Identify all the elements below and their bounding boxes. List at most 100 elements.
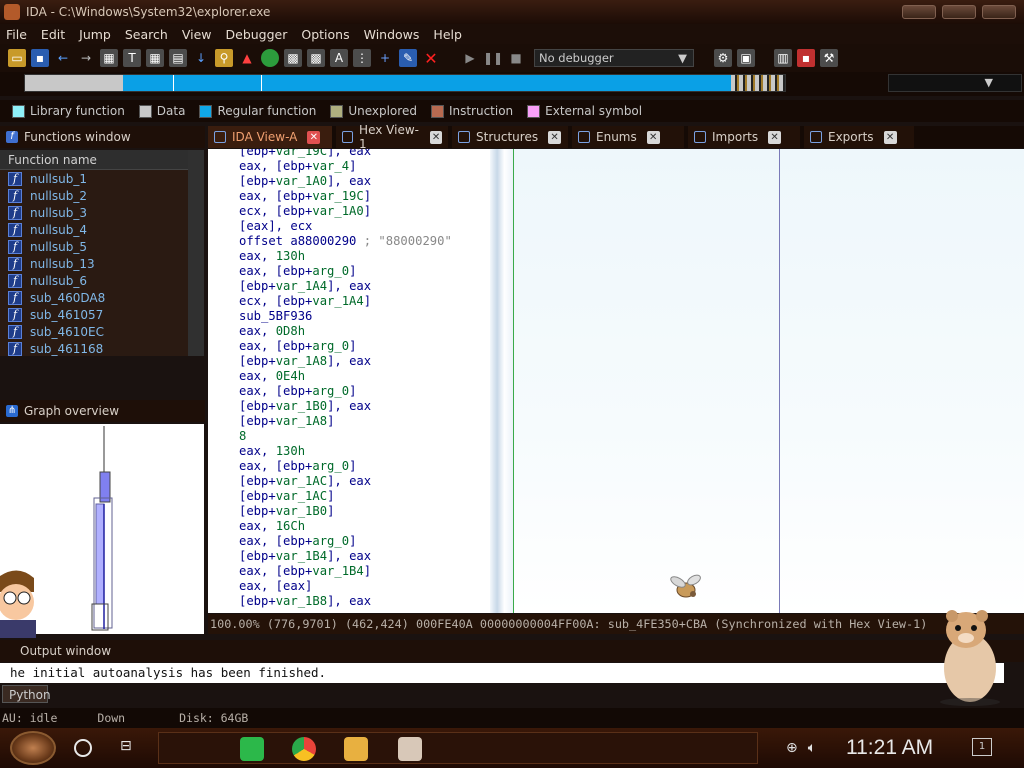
disassembly-line[interactable]: [ebp+var_1B8], eax <box>208 594 490 609</box>
tab-imports[interactable]: Imports ✕ <box>688 126 800 148</box>
struct-view-icon[interactable]: ▦ <box>146 49 164 67</box>
binary-view-icon[interactable]: ▦ <box>100 49 118 67</box>
disassembly-line[interactable]: offset a88000290 ; "88000290" <box>208 234 490 249</box>
disassembly-line[interactable]: [eax], ecx <box>208 219 490 234</box>
tab-close-icon[interactable]: ✕ <box>307 130 321 144</box>
disassembly-line[interactable]: sub_5BF936 <box>208 309 490 324</box>
graph-view-icon[interactable]: ▤ <box>169 49 187 67</box>
menu-search[interactable]: Search <box>125 27 168 42</box>
function-list-item[interactable]: f sub_461168 <box>0 340 196 356</box>
open-folder-icon[interactable]: ▭ <box>8 49 26 67</box>
search-icon[interactable]: ⚲ <box>215 49 233 67</box>
forward-arrow-icon[interactable]: → <box>77 49 95 67</box>
disassembly-line[interactable]: eax, 0D8h <box>208 324 490 339</box>
cortana-circle-icon[interactable] <box>74 739 92 757</box>
disassembly-line[interactable]: ecx, [ebp+var_1A4] <box>208 294 490 309</box>
code-icon[interactable]: ▩ <box>284 49 302 67</box>
array-icon[interactable]: ⋮ <box>353 49 371 67</box>
scripts-icon[interactable]: ▪ <box>797 49 815 67</box>
tab-ida-view-a[interactable]: IDA View-A ✕ <box>208 126 332 148</box>
disassembly-line[interactable]: [ebp+var_1AC], eax <box>208 474 490 489</box>
disassembly-line[interactable]: eax, 16Ch <box>208 519 490 534</box>
disassembly-line[interactable]: eax, [ebp+arg_0] <box>208 339 490 354</box>
menu-jump[interactable]: Jump <box>79 27 111 42</box>
volume-icon[interactable]: 🔈︎ <box>808 740 816 756</box>
network-icon[interactable]: ⊕ <box>786 740 798 756</box>
tab-exports[interactable]: Exports ✕ <box>804 126 914 148</box>
graph-view-area[interactable] <box>514 149 1024 613</box>
disassembly-line[interactable]: [ebp+var_1B0], eax <box>208 399 490 414</box>
attach-icon[interactable]: ⚙ <box>714 49 732 67</box>
run-analysis-icon[interactable] <box>261 49 279 67</box>
disassembly-line[interactable]: eax, 0E4h <box>208 369 490 384</box>
disassembly-line[interactable]: eax, [ebp+var_1B4] <box>208 564 490 579</box>
python-console-button[interactable]: Python <box>2 685 51 703</box>
menu-options[interactable]: Options <box>301 27 349 42</box>
nav-scope-dropdown[interactable]: ▼ <box>888 74 1022 92</box>
menu-edit[interactable]: Edit <box>41 27 65 42</box>
tab-close-icon[interactable]: ✕ <box>883 130 897 144</box>
disassembly-line[interactable]: [ebp+var_19C], eax <box>208 149 490 159</box>
text-view-icon[interactable]: T <box>123 49 141 67</box>
save-icon[interactable]: ▪ <box>31 49 49 67</box>
disassembly-line[interactable]: eax, [ebp+arg_0] <box>208 534 490 549</box>
functions-scrollbar[interactable] <box>188 150 204 356</box>
tab-close-icon[interactable]: ✕ <box>768 130 782 144</box>
tab-close-icon[interactable]: ✕ <box>430 130 442 144</box>
disassembly-line[interactable]: eax, 130h <box>208 444 490 459</box>
disassembly-line[interactable]: eax, [ebp+arg_0] <box>208 459 490 474</box>
disassembly-line[interactable]: [ebp+var_1A0], eax <box>208 174 490 189</box>
disassembly-line[interactable]: eax, [ebp+arg_0] <box>208 384 490 399</box>
function-list-item[interactable]: f sub_460DA8 <box>0 289 196 306</box>
disassembly-line[interactable]: [ebp+var_1A8] <box>208 414 490 429</box>
pause-icon[interactable]: ❚❚ <box>483 49 503 67</box>
minimize-button[interactable] <box>902 5 936 19</box>
disassembly-line[interactable]: ecx, [ebp+var_1A0] <box>208 204 490 219</box>
chrome-app-icon[interactable] <box>292 737 316 761</box>
taskbar-clock[interactable]: 11:21 AM <box>846 736 933 760</box>
plugin-icon[interactable]: ▥ <box>774 49 792 67</box>
function-list-item[interactable]: f nullsub_4 <box>0 221 196 238</box>
view-splitter[interactable] <box>490 149 514 613</box>
delete-icon[interactable]: ✕ <box>422 49 440 68</box>
disassembly-line[interactable]: eax, [ebp+arg_0] <box>208 264 490 279</box>
function-list-item[interactable]: f nullsub_2 <box>0 187 196 204</box>
tab-hex-view-1[interactable]: Hex View-1 ✕ <box>336 123 448 151</box>
function-list-item[interactable]: f nullsub_1 <box>0 170 196 187</box>
column-header-function-name[interactable]: Function name <box>0 150 196 170</box>
disassembly-line[interactable]: [ebp+var_1B4], eax <box>208 549 490 564</box>
function-list-item[interactable]: f nullsub_6 <box>0 272 196 289</box>
function-list-item[interactable]: f sub_4610EC <box>0 323 196 340</box>
navigation-bar[interactable] <box>24 74 786 92</box>
back-arrow-icon[interactable]: ← <box>54 49 72 67</box>
disassembly-line[interactable]: [ebp+var_1A4], eax <box>208 279 490 294</box>
menu-file[interactable]: File <box>6 27 27 42</box>
add-icon[interactable]: + <box>376 49 394 67</box>
function-list-item[interactable]: f nullsub_3 <box>0 204 196 221</box>
close-button[interactable] <box>982 5 1016 19</box>
menu-windows[interactable]: Windows <box>364 27 420 42</box>
disassembly-view[interactable]: [ebp+var_19C], eax eax, [ebp+var_4] [ebp+v… <box>208 149 490 613</box>
task-view-icon[interactable]: ⊟ <box>120 738 140 756</box>
ascii-icon[interactable]: A <box>330 49 348 67</box>
data-icon[interactable]: ▩ <box>307 49 325 67</box>
function-list-item[interactable]: f nullsub_13 <box>0 255 196 272</box>
menu-help[interactable]: Help <box>433 27 462 42</box>
tools-icon[interactable]: ⚒ <box>820 49 838 67</box>
cpu-icon[interactable]: ▣ <box>737 49 755 67</box>
function-list-item[interactable]: f sub_461057 <box>0 306 196 323</box>
function-list-item[interactable]: f nullsub_5 <box>0 238 196 255</box>
tab-structures[interactable]: Structures ✕ <box>452 126 568 148</box>
disassembly-line[interactable]: [ebp+var_1A8], eax <box>208 354 490 369</box>
disassembly-line[interactable]: [ebp+var_1B0] <box>208 504 490 519</box>
stop-icon[interactable]: ■ <box>507 49 525 67</box>
tab-enums[interactable]: Enums ✕ <box>572 126 684 148</box>
sheets-app-icon[interactable] <box>240 737 264 761</box>
tab-close-icon[interactable]: ✕ <box>548 130 562 144</box>
disassembly-line[interactable]: 8 <box>208 429 490 444</box>
menu-view[interactable]: View <box>182 27 212 42</box>
start-button[interactable] <box>10 731 56 765</box>
file-explorer-icon[interactable] <box>344 737 368 761</box>
menu-debugger[interactable]: Debugger <box>226 27 288 42</box>
play-icon[interactable]: ▶ <box>461 49 479 67</box>
